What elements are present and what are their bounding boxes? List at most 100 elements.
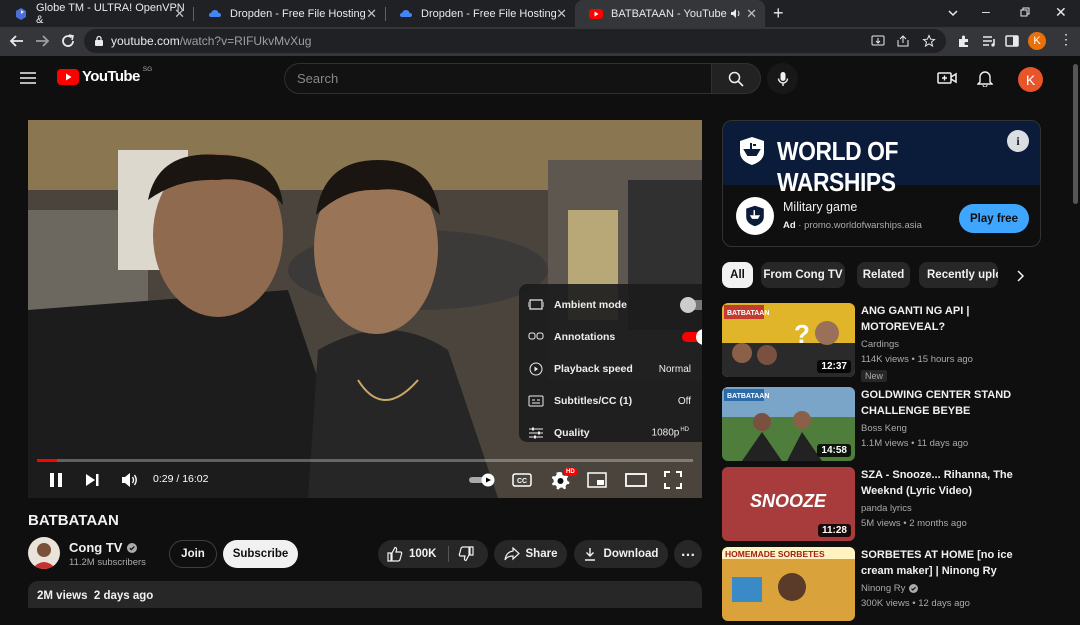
video-title: BATBATAAN bbox=[28, 512, 119, 529]
related-video[interactable]: ?BATBATAAN 12:37 ANG GANTI NG API | MOTO… bbox=[722, 303, 1062, 381]
bookmark-star-icon[interactable] bbox=[922, 34, 936, 48]
theater-mode-icon[interactable] bbox=[625, 473, 647, 487]
new-tab-button[interactable]: + bbox=[773, 3, 784, 24]
close-window-button[interactable]: ✕ bbox=[1055, 4, 1067, 21]
pause-icon[interactable] bbox=[49, 472, 63, 488]
related-title[interactable]: ANG GANTI NG API | MOTOREVEAL? bbox=[861, 303, 1029, 335]
search-button[interactable] bbox=[711, 63, 761, 94]
lock-icon[interactable] bbox=[94, 35, 104, 47]
chip-all[interactable]: All bbox=[722, 262, 753, 288]
ambient-mode-setting[interactable]: Ambient mode bbox=[519, 289, 702, 321]
ad-card[interactable]: WORLD OF WARSHIPS i Military game Ad · p… bbox=[722, 120, 1041, 247]
youtube-logo[interactable]: YouTube SG bbox=[57, 68, 152, 85]
description-box[interactable]: 2M views 2 days ago bbox=[28, 581, 702, 608]
video-thumbnail[interactable]: SNOOZE 11:28 bbox=[722, 467, 855, 541]
audio-playing-icon[interactable] bbox=[730, 8, 742, 19]
install-app-icon[interactable] bbox=[871, 34, 885, 48]
browser-menu-icon[interactable]: ⋮ bbox=[1059, 32, 1073, 46]
voice-search-button[interactable] bbox=[767, 63, 798, 94]
close-tab-icon[interactable]: ✕ bbox=[174, 6, 185, 22]
close-tab-icon[interactable]: ✕ bbox=[746, 6, 757, 22]
autoplay-toggle-icon[interactable] bbox=[468, 473, 496, 487]
quality-value: 1080p bbox=[652, 428, 680, 439]
related-channel[interactable]: Boss Keng bbox=[861, 423, 907, 434]
ad-banner[interactable]: WORLD OF WARSHIPS i bbox=[723, 121, 1041, 185]
close-tab-icon[interactable]: ✕ bbox=[366, 6, 377, 22]
chip-recently-uploaded[interactable]: Recently uploaded bbox=[919, 262, 998, 288]
browser-tab[interactable]: Dropden - Free File Hosting ✕ bbox=[385, 0, 575, 27]
browser-tab-bar: Globe TM - ULTRA! OpenVPN & ✕ Dropden - … bbox=[0, 0, 1080, 27]
miniplayer-icon[interactable] bbox=[587, 472, 607, 488]
volume-icon[interactable] bbox=[121, 472, 139, 488]
chevron-right-icon[interactable] bbox=[1015, 270, 1025, 282]
fullscreen-icon[interactable] bbox=[664, 471, 682, 489]
menu-hamburger-icon[interactable] bbox=[20, 72, 36, 84]
download-button[interactable]: Download bbox=[574, 540, 668, 568]
ad-info-icon[interactable]: i bbox=[1007, 130, 1029, 152]
warships-emblem-icon bbox=[739, 136, 765, 166]
side-panel-icon[interactable] bbox=[1003, 32, 1021, 50]
video-thumbnail[interactable]: BATBATAAN 14:58 bbox=[722, 387, 855, 461]
related-channel[interactable]: panda lyrics bbox=[861, 503, 912, 514]
annotations-toggle[interactable] bbox=[682, 332, 702, 342]
share-page-icon[interactable] bbox=[896, 34, 910, 48]
thumbnail-label: HOMEMADE SORBETES bbox=[725, 549, 825, 559]
annotations-icon bbox=[528, 330, 544, 344]
video-thumbnail[interactable]: HOMEMADE SORBETES bbox=[722, 547, 855, 621]
like-button[interactable]: 100K bbox=[378, 540, 448, 568]
channel-avatar[interactable] bbox=[28, 537, 60, 569]
video-thumbnail[interactable]: ?BATBATAAN 12:37 bbox=[722, 303, 855, 377]
globe-favicon-icon bbox=[14, 7, 28, 21]
browser-tab[interactable]: Dropden - Free File Hosting ✕ bbox=[194, 0, 385, 27]
notifications-bell-icon[interactable] bbox=[977, 69, 993, 87]
join-button[interactable]: Join bbox=[169, 540, 217, 568]
share-button[interactable]: Share bbox=[494, 540, 567, 568]
chip-related[interactable]: Related bbox=[857, 262, 910, 288]
browser-tab[interactable]: Globe TM - ULTRA! OpenVPN & ✕ bbox=[0, 0, 193, 27]
extensions-puzzle-icon[interactable] bbox=[955, 32, 973, 50]
related-age: 2 months ago bbox=[909, 518, 967, 529]
profile-avatar[interactable]: K bbox=[1028, 32, 1046, 50]
related-title[interactable]: GOLDWING CENTER STAND CHALLENGE BEYBE bbox=[861, 387, 1029, 419]
search-input[interactable]: Search bbox=[284, 63, 712, 94]
close-tab-icon[interactable]: ✕ bbox=[556, 6, 567, 22]
related-video[interactable]: HOMEMADE SORBETES SORBETES AT HOME [no i… bbox=[722, 547, 1062, 625]
closed-captions-icon[interactable]: CC bbox=[512, 472, 532, 488]
browser-tab-active[interactable]: BATBATAAN - YouTube ✕ bbox=[575, 0, 765, 27]
subtitles-setting[interactable]: Subtitles/CC (1) Off › bbox=[519, 385, 702, 417]
related-channel[interactable]: Cardings bbox=[861, 339, 899, 350]
url-bar[interactable]: youtube.com/watch?v=RIFUkvMvXug bbox=[84, 29, 946, 53]
thumbs-down-icon[interactable] bbox=[458, 546, 474, 562]
progress-bar[interactable] bbox=[37, 459, 693, 462]
forward-arrow-icon[interactable] bbox=[33, 32, 51, 50]
more-actions-button[interactable]: … bbox=[674, 540, 702, 568]
channel-name[interactable]: Cong TV bbox=[69, 540, 137, 555]
minimize-window-button[interactable]: – bbox=[982, 3, 990, 19]
next-video-icon[interactable] bbox=[85, 473, 99, 487]
tab-search-icon[interactable] bbox=[948, 9, 958, 17]
media-controls-icon[interactable] bbox=[980, 32, 998, 50]
account-avatar[interactable]: K bbox=[1018, 67, 1043, 92]
related-title[interactable]: SZA - Snooze... Rihanna, The Weeknd (Lyr… bbox=[861, 467, 1029, 499]
reload-icon[interactable] bbox=[59, 32, 77, 50]
related-channel[interactable]: Ninong Ry bbox=[861, 583, 918, 594]
chip-from-cong-tv[interactable]: From Cong TV bbox=[761, 262, 845, 288]
duration-badge: 14:58 bbox=[817, 444, 851, 457]
playback-speed-setting[interactable]: Playback speed Normal › bbox=[519, 353, 702, 385]
play-free-button[interactable]: Play free bbox=[959, 204, 1029, 233]
hd-quality-badge: HD bbox=[564, 468, 577, 476]
back-arrow-icon[interactable] bbox=[8, 32, 26, 50]
ambient-mode-toggle[interactable] bbox=[682, 300, 702, 310]
restore-window-icon[interactable] bbox=[1020, 7, 1030, 17]
subscribe-button[interactable]: Subscribe bbox=[223, 540, 298, 568]
related-video[interactable]: BATBATAAN 14:58 GOLDWING CENTER STAND CH… bbox=[722, 387, 1062, 465]
annotations-setting[interactable]: Annotations bbox=[519, 321, 702, 353]
create-video-icon[interactable] bbox=[937, 70, 957, 86]
related-video[interactable]: SNOOZE 11:28 SZA - Snooze... Rihanna, Th… bbox=[722, 467, 1062, 545]
advertiser-logo[interactable] bbox=[736, 197, 774, 235]
quality-setting[interactable]: Quality 1080pHD › bbox=[519, 417, 702, 449]
page-scrollbar[interactable] bbox=[1073, 64, 1078, 204]
related-title[interactable]: SORBETES AT HOME [no ice cream maker] | … bbox=[861, 547, 1029, 579]
ad-title[interactable]: Military game bbox=[783, 200, 857, 214]
video-player[interactable]: Ambient mode Annotations Playback speed … bbox=[28, 120, 702, 498]
